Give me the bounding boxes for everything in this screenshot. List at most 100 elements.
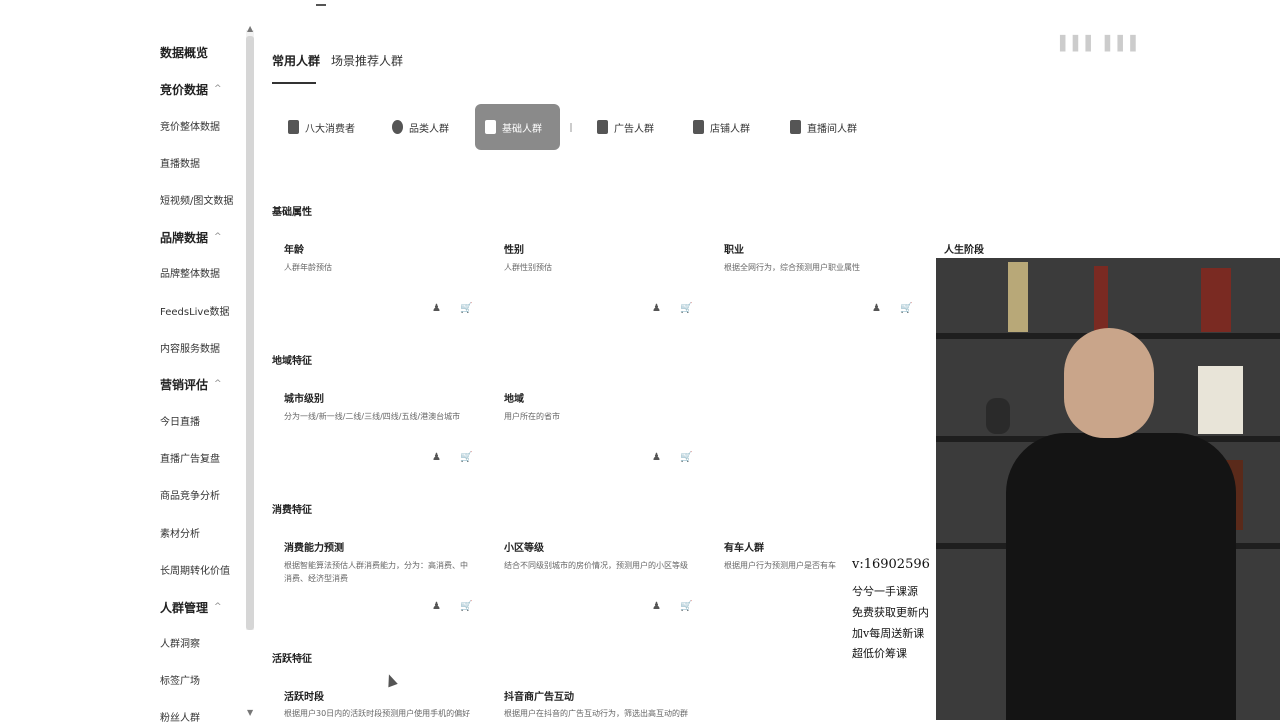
card-title-age[interactable]: 年龄 <box>284 241 304 256</box>
sidebar-item-live-ad-review[interactable]: 直播广告复盘 <box>160 450 220 465</box>
watermark-line: 兮兮一手课源 <box>852 585 918 598</box>
cart-icon[interactable]: 🛒 <box>680 601 692 612</box>
person-icon[interactable]: ♟ <box>652 303 661 314</box>
category-basic[interactable]: 基础人群 <box>475 104 560 150</box>
user-icon <box>485 120 496 134</box>
watermark-line: 免费获取更新内 <box>852 606 929 619</box>
card-desc-community-level: 结合不同级别城市的房价情况，预测用户的小区等级 <box>504 561 688 570</box>
person-icon[interactable]: ♟ <box>432 601 441 612</box>
card-title-ad-interaction[interactable]: 抖音商广告互动 <box>504 688 574 703</box>
cart-icon[interactable]: 🛒 <box>460 452 472 463</box>
sidebar-item-fans[interactable]: 粉丝人群 <box>160 709 200 724</box>
watermark-contact: v:16902596 <box>852 557 930 572</box>
card-title-active-period[interactable]: 活跃时段 <box>284 688 324 703</box>
card-desc-spending-power: 根据智能算法预估人群消费能力，分为：高消费、中消费、经济型消费 <box>284 561 468 583</box>
sidebar-item-overview[interactable]: 数据概览 <box>160 44 208 61</box>
person-icon[interactable]: ♟ <box>432 303 441 314</box>
card-title-region[interactable]: 地域 <box>504 390 524 405</box>
person-icon[interactable]: ♟ <box>652 601 661 612</box>
card-title-city-level[interactable]: 城市级别 <box>284 390 324 405</box>
tab-scene-audience[interactable]: 场景推荐人群 <box>331 52 403 69</box>
consumer-icon <box>288 120 299 134</box>
sidebar-item-short-video[interactable]: 短视频/图文数据 <box>160 192 233 207</box>
book <box>1008 262 1028 332</box>
card-desc-occupation: 根据全网行为，综合预测用户职业属性 <box>724 263 860 272</box>
sidebar: 数据概览 竞价数据 ^ 竞价整体数据 直播数据 短视频/图文数据 品牌数据 ^ … <box>0 0 245 724</box>
card-title-life-stage[interactable]: 人生阶段 <box>944 241 984 256</box>
category-shop[interactable]: 店铺人群 <box>683 104 760 150</box>
sidebar-item-tag-square[interactable]: 标签广场 <box>160 672 200 687</box>
category-label: 品类人群 <box>409 123 449 135</box>
card-title-occupation[interactable]: 职业 <box>724 241 744 256</box>
section-title-region: 地域特征 <box>272 356 312 367</box>
sidebar-item-brand[interactable]: 品牌数据 <box>160 229 208 246</box>
category-consumer[interactable]: 八大消费者 <box>278 104 365 150</box>
card-desc-city-level: 分为一线/新一线/二线/三线/四线/五线/港澳台城市 <box>284 412 461 421</box>
category-ad[interactable]: 广告人群 <box>587 104 664 150</box>
card-title-community-level[interactable]: 小区等级 <box>504 539 544 554</box>
section-title-basic: 基础属性 <box>272 207 312 218</box>
category-live[interactable]: 直播间人群 <box>780 104 867 150</box>
category-icon <box>392 120 403 134</box>
sidebar-item-bidding[interactable]: 竞价数据 <box>160 81 208 98</box>
sidebar-item-live-data[interactable]: 直播数据 <box>160 155 200 170</box>
sidebar-item-long-cycle[interactable]: 长周期转化价值 <box>160 562 230 577</box>
category-label: 八大消费者 <box>305 123 355 135</box>
person-icon[interactable]: ♟ <box>432 452 441 463</box>
chevron-up-icon[interactable]: ^ <box>214 379 222 389</box>
book <box>1201 268 1231 332</box>
scroll-down-icon[interactable]: ▼ <box>247 708 253 717</box>
card-desc-region: 用户所在的省市 <box>504 412 560 421</box>
card-desc-active-period: 根据用户30日内的活跃时段预测用户使用手机的偏好 <box>284 709 471 718</box>
chevron-up-icon[interactable]: ^ <box>214 232 222 242</box>
category-label: 直播间人群 <box>807 123 857 135</box>
category-label: 基础人群 <box>502 123 542 135</box>
sidebar-item-audience-insight[interactable]: 人群洞察 <box>160 635 200 650</box>
sidebar-item-product-competition[interactable]: 商品竞争分析 <box>160 487 220 502</box>
person-icon[interactable]: ♟ <box>872 303 881 314</box>
card-title-spending-power[interactable]: 消费能力预测 <box>284 539 344 554</box>
sidebar-item-bidding-overall[interactable]: 竞价整体数据 <box>160 118 220 133</box>
cart-icon[interactable]: 🛒 <box>460 601 472 612</box>
watermark-line: 超低价筹课 <box>852 647 907 660</box>
sidebar-item-feedslive[interactable]: FeedsLive数据 <box>160 303 230 318</box>
section-title-activity: 活跃特征 <box>272 654 312 665</box>
card-title-gender[interactable]: 性别 <box>504 241 524 256</box>
section-title-consumption: 消费特征 <box>272 505 312 516</box>
watermark-line: 加v每周送新课 <box>852 627 925 640</box>
card-desc-gender: 人群性别预估 <box>504 263 552 272</box>
scroll-up-icon[interactable]: ▲ <box>247 24 253 33</box>
chip-divider <box>570 123 572 132</box>
category-product[interactable]: 品类人群 <box>382 104 459 150</box>
sidebar-item-content-service[interactable]: 内容服务数据 <box>160 340 220 355</box>
presenter-body <box>1006 433 1236 720</box>
ad-icon <box>597 120 608 134</box>
chevron-up-icon[interactable]: ^ <box>214 84 222 94</box>
book <box>1094 266 1108 332</box>
sidebar-item-brand-overall[interactable]: 品牌整体数据 <box>160 265 220 280</box>
sidebar-item-today-live[interactable]: 今日直播 <box>160 413 200 428</box>
cart-icon[interactable]: 🛒 <box>900 303 912 314</box>
vase <box>986 398 1010 434</box>
webcam-video <box>936 258 1280 720</box>
person-icon[interactable]: ♟ <box>652 452 661 463</box>
sidebar-scrollbar-thumb[interactable] <box>246 36 254 630</box>
watermark-logo: ▌▌▌ ▌▌▌ <box>1060 36 1144 52</box>
cart-icon[interactable]: 🛒 <box>680 303 692 314</box>
book <box>1198 366 1243 434</box>
sidebar-item-material-analysis[interactable]: 素材分析 <box>160 525 200 540</box>
shop-icon <box>693 120 704 134</box>
category-label: 店铺人群 <box>710 123 750 135</box>
card-desc-car-owner: 根据用户行为预测用户是否有车 <box>724 561 836 570</box>
mouse-cursor <box>384 672 398 688</box>
cart-icon[interactable]: 🛒 <box>460 303 472 314</box>
category-label: 广告人群 <box>614 123 654 135</box>
card-title-car-owner[interactable]: 有车人群 <box>724 539 764 554</box>
chevron-up-icon[interactable]: ^ <box>214 602 222 612</box>
card-desc-age: 人群年龄预估 <box>284 263 332 272</box>
sidebar-item-marketing[interactable]: 营销评估 <box>160 376 208 393</box>
sidebar-item-audience[interactable]: 人群管理 <box>160 599 208 616</box>
tab-common-audience[interactable]: 常用人群 <box>272 52 320 69</box>
active-tab-underline <box>272 82 316 84</box>
cart-icon[interactable]: 🛒 <box>680 452 692 463</box>
